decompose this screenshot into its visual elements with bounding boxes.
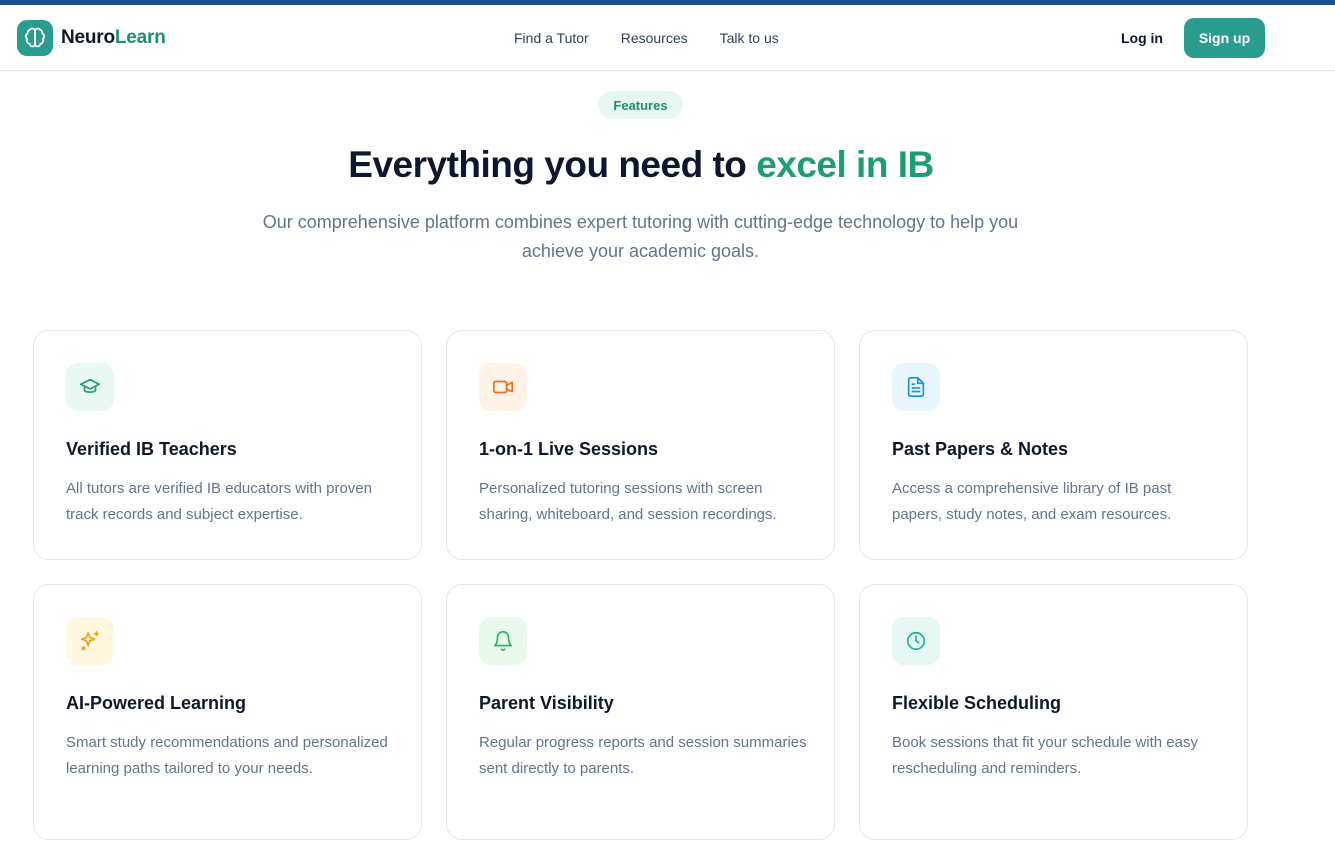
clock-icon <box>892 617 940 665</box>
feature-card-past-papers: Past Papers & Notes Access a comprehensi… <box>859 330 1248 560</box>
feature-card-live-sessions: 1-on-1 Live Sessions Personalized tutori… <box>446 330 835 560</box>
brand-name-part2: Learn <box>114 27 166 48</box>
feature-title: Flexible Scheduling <box>892 693 1062 713</box>
feature-description: Access a comprehensive library of IB pas… <box>892 480 1172 523</box>
nav-links: Find a Tutor Resources Talk to us <box>514 30 811 46</box>
nav-link-talk-to-us[interactable]: Talk to us <box>720 30 779 46</box>
bell-icon <box>479 617 527 665</box>
brand-logo[interactable]: NeuroLearn <box>17 20 166 56</box>
page-title: Everything you need to excel in IB <box>0 144 1282 186</box>
feature-title: 1-on-1 Live Sessions <box>479 439 659 459</box>
page-subtitle: Our comprehensive platform combines expe… <box>262 212 1019 261</box>
page-title-accent: excel in IB <box>756 144 934 185</box>
document-icon <box>892 363 940 411</box>
feature-title: AI-Powered Learning <box>66 693 247 713</box>
feature-card-verified-teachers: Verified IB Teachers All tutors are veri… <box>33 330 422 560</box>
navbar: NeuroLearn Find a Tutor Resources Talk t… <box>0 5 1335 71</box>
features-badge: Features <box>598 91 683 119</box>
feature-description: Book sessions that fit your schedule wit… <box>892 734 1198 777</box>
feature-description: Regular progress reports and session sum… <box>479 734 807 777</box>
login-link[interactable]: Log in <box>1121 30 1163 46</box>
feature-description: Smart study recommendations and personal… <box>66 734 388 777</box>
feature-card-ai-learning: AI-Powered Learning Smart study recommen… <box>33 584 422 840</box>
nav-link-resources[interactable]: Resources <box>621 30 688 46</box>
feature-card-flexible-scheduling: Flexible Scheduling Book sessions that f… <box>859 584 1248 840</box>
feature-title: Parent Visibility <box>479 693 614 713</box>
video-camera-icon <box>479 363 527 411</box>
sparkles-icon <box>66 617 114 665</box>
feature-description: All tutors are verified IB educators wit… <box>66 480 372 523</box>
brand-name-part1: Neuro <box>61 27 115 48</box>
brand-name: NeuroLearn <box>61 27 166 49</box>
nav-link-find-a-tutor[interactable]: Find a Tutor <box>514 30 589 46</box>
page-title-plain: Everything you need to <box>348 144 757 185</box>
feature-title: Verified IB Teachers <box>66 439 237 459</box>
feature-description: Personalized tutoring sessions with scre… <box>479 480 777 523</box>
feature-title: Past Papers & Notes <box>892 439 1069 459</box>
graduation-cap-icon <box>66 363 114 411</box>
signup-button[interactable]: Sign up <box>1184 18 1265 58</box>
feature-card-parent-visibility: Parent Visibility Regular progress repor… <box>446 584 835 840</box>
brain-icon <box>17 20 53 56</box>
